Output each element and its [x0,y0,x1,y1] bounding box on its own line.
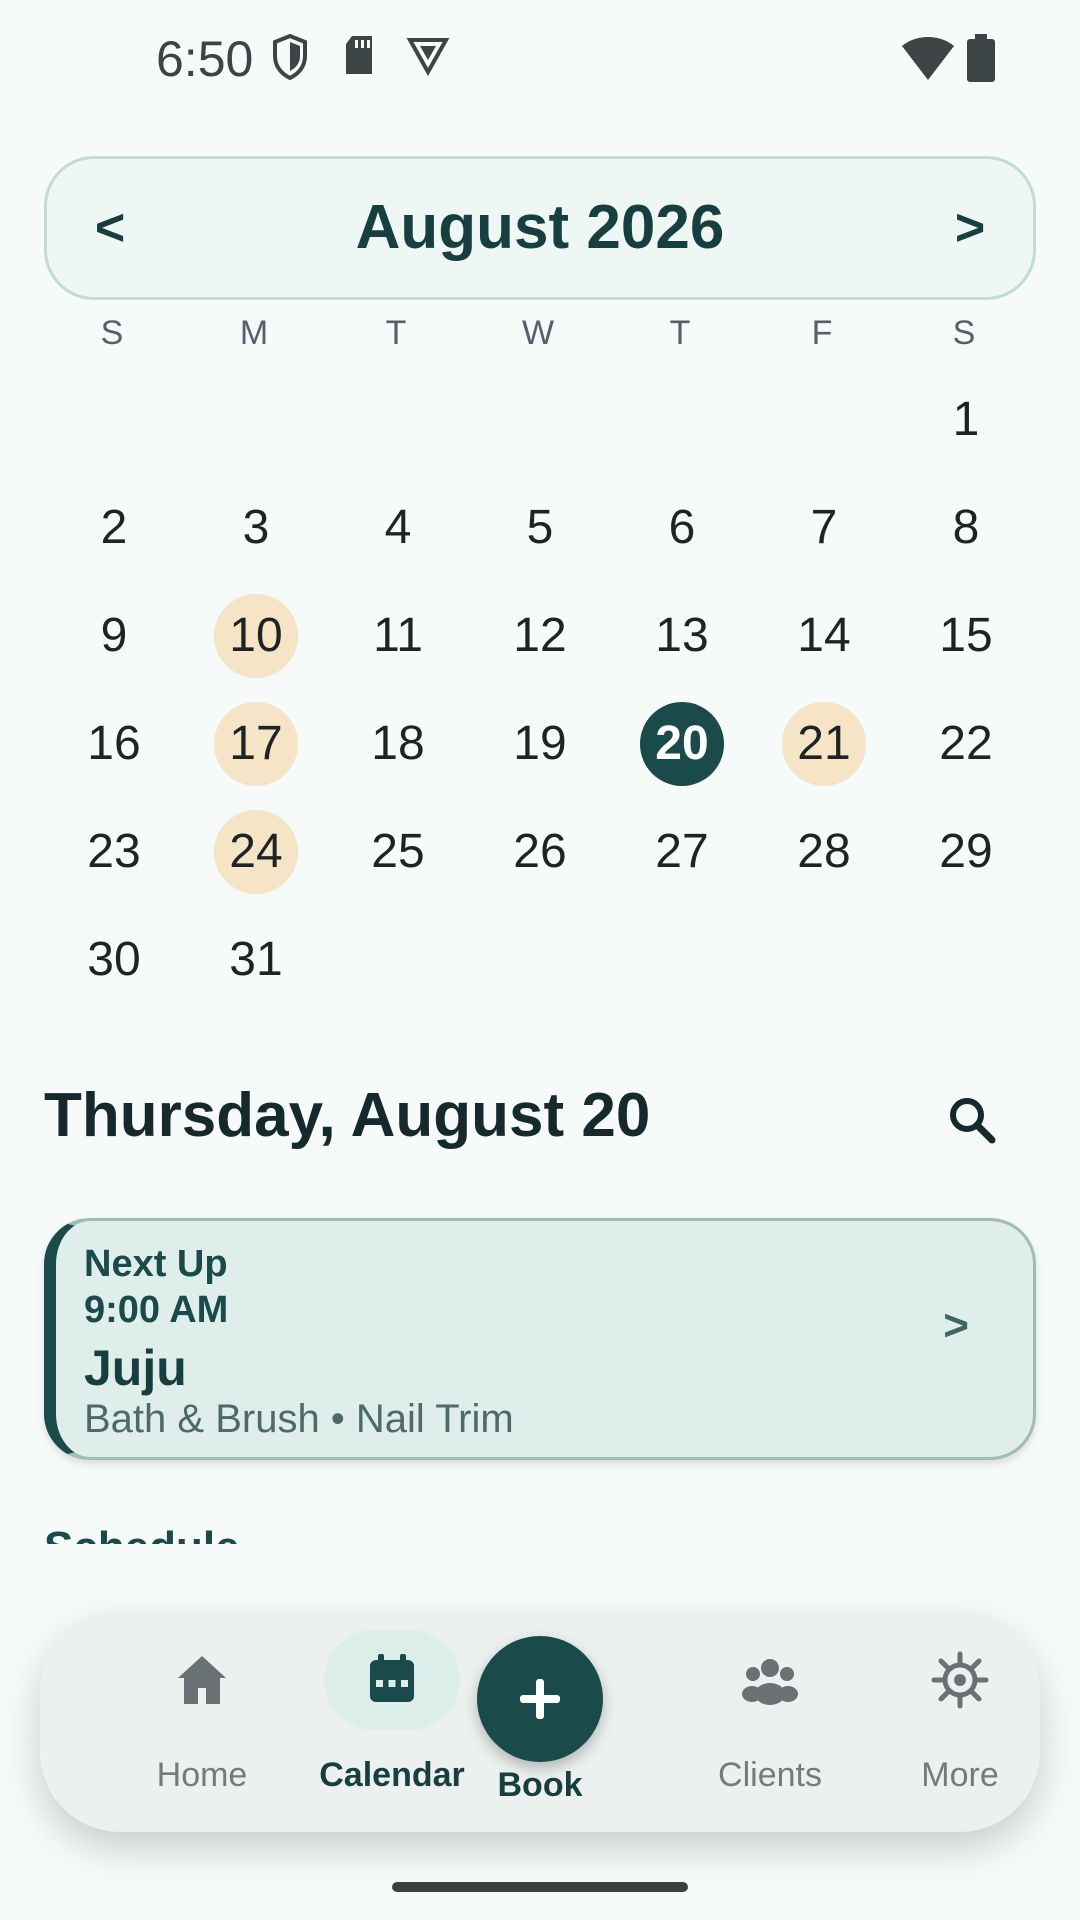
people-icon [742,1659,798,1705]
gear-icon [931,1651,989,1709]
calendar-day[interactable]: 1 [924,378,1008,462]
next-up-label: Next Up [84,1243,228,1285]
bottom-nav: Home Calendar Book Clients More [40,1612,1040,1832]
nav-home[interactable]: Home [112,1612,292,1832]
next-up-time: 9:00 AM [84,1289,229,1331]
nav-more-icon-wrap [892,1630,1028,1730]
calendar-day[interactable]: 27 [640,810,724,894]
battery-icon [966,34,996,82]
calendar-day[interactable]: 14 [782,594,866,678]
nav-book-label: Book [497,1766,583,1804]
month-header: < August 2026 > [44,156,1036,300]
nav-more-label: More [921,1756,999,1794]
weekday-label: W [521,314,555,352]
calendar-day[interactable]: 17 [214,702,298,786]
calendar-screen: 6:50 < August 2026 > S M T W T F S 12345… [0,0,1080,1920]
calendar-day[interactable]: 22 [924,702,1008,786]
book-button[interactable] [477,1636,603,1762]
calendar-day[interactable]: 24 [214,810,298,894]
calendar-day[interactable]: 26 [498,810,582,894]
weekday-label: M [239,314,269,352]
next-month-button[interactable]: > [915,159,1025,297]
next-up-service: Bath & Brush • Nail Trim [84,1397,514,1441]
nav-clients-label: Clients [718,1756,822,1794]
calendar-day[interactable]: 18 [356,702,440,786]
home-indicator[interactable] [392,1882,688,1892]
calendar-day[interactable]: 2 [72,486,156,570]
calendar-day[interactable]: 8 [924,486,1008,570]
calendar-day[interactable]: 30 [72,918,156,1002]
weekday-row: S M T W T F S [44,314,1036,360]
calendar-day[interactable]: 16 [72,702,156,786]
weekday-label: T [385,314,407,352]
next-up-chevron: > [943,1301,969,1350]
status-bar: 6:50 [0,0,1080,120]
plus-icon [520,1679,560,1719]
search-button[interactable] [946,1094,998,1146]
weekday-label: S [952,314,976,352]
weekday-label: F [811,314,833,352]
weekday-label: S [100,314,124,352]
calendar-day[interactable]: 19 [498,702,582,786]
nav-more[interactable]: More [870,1612,1050,1832]
calendar-day[interactable]: 9 [72,594,156,678]
calendar-day-selected[interactable]: 20 [640,702,724,786]
calendar-day[interactable]: 7 [782,486,866,570]
calendar-day[interactable]: 11 [356,594,440,678]
next-up-card[interactable]: Next Up 9:00 AM Juju Bath & Brush • Nail… [44,1218,1036,1460]
nav-home-icon-wrap [134,1630,270,1730]
calendar-day[interactable]: 12 [498,594,582,678]
nav-clients[interactable]: Clients [680,1612,860,1832]
calendar-day[interactable]: 4 [356,486,440,570]
selected-day-heading: Thursday, August 20 [44,1081,651,1150]
sd-card-icon [342,34,376,76]
calendar-icon [370,1654,414,1702]
calendar-day[interactable]: 31 [214,918,298,1002]
wifi-icon [900,34,956,82]
shield-icon [272,34,308,80]
calendar-day[interactable]: 29 [924,810,1008,894]
calendar-day[interactable]: 5 [498,486,582,570]
calendar-day[interactable]: 23 [72,810,156,894]
nav-calendar-icon-wrap [324,1630,460,1730]
calendar-day[interactable]: 3 [214,486,298,570]
nav-clients-icon-wrap [702,1630,838,1730]
calendar-day[interactable]: 28 [782,810,866,894]
weekday-label: T [669,314,691,352]
status-time: 6:50 [156,31,254,87]
nav-home-label: Home [156,1756,248,1794]
schedule-heading: Schedule [44,1520,240,1544]
calendar-day[interactable]: 25 [356,810,440,894]
home-icon [178,1656,226,1704]
calendar-day[interactable]: 10 [214,594,298,678]
calendar-day[interactable]: 13 [640,594,724,678]
search-icon [950,1098,996,1144]
calendar-day[interactable]: 21 [782,702,866,786]
calendar-day[interactable]: 6 [640,486,724,570]
next-up-client-name: Juju [84,1340,187,1396]
calendar-day[interactable]: 15 [924,594,1008,678]
vpn-icon [406,34,450,76]
month-title: August 2026 [355,193,725,262]
